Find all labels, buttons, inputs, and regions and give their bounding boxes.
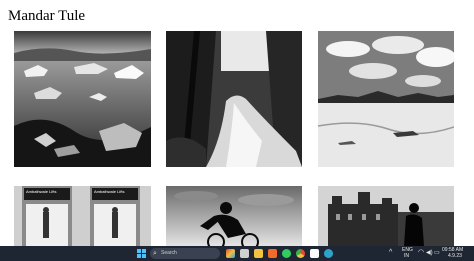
castle-image: [318, 186, 454, 246]
page-title: Mandar Tule: [8, 8, 86, 24]
clock-date[interactable]: 4.9.23: [448, 253, 462, 259]
volume-icon[interactable]: ◀): [426, 250, 433, 256]
search-placeholder: Search: [161, 250, 177, 256]
iceberg-image: [14, 31, 151, 167]
gallery-photo-clouds-plain[interactable]: [318, 31, 454, 167]
file-explorer-icon[interactable]: [254, 249, 263, 258]
brave-browser-icon[interactable]: [268, 249, 277, 258]
battery-icon[interactable]: ▭: [434, 250, 440, 256]
gallery-photo-elevators[interactable]: Ambathwale Lifts Ambathwale Lifts: [14, 186, 151, 246]
edge-icon[interactable]: [324, 249, 333, 258]
elevator-image: [14, 186, 151, 246]
language-sub: IN: [404, 253, 409, 259]
cyclist-image: [166, 186, 302, 246]
lift-sign-left: Ambathwale Lifts: [26, 189, 57, 194]
gallery-photo-cyclist[interactable]: [166, 186, 302, 246]
whatsapp-icon[interactable]: [282, 249, 291, 258]
task-view-icon[interactable]: [240, 249, 249, 258]
wifi-icon[interactable]: ◠: [418, 249, 424, 256]
taskbar-search-box[interactable]: ⌕ Search: [150, 248, 220, 259]
start-icon[interactable]: [137, 249, 146, 258]
lift-sign-right: Ambathwale Lifts: [94, 189, 125, 194]
taskbar: ⌕ Search ^ ENG IN ◠ ◀) ▭ 09:58 AM 4.9.23: [0, 246, 474, 261]
gallery-photo-castle[interactable]: [318, 186, 454, 246]
tray-chevron-icon[interactable]: ^: [389, 249, 392, 256]
chrome-icon[interactable]: [296, 249, 305, 258]
waterfall-image: [166, 31, 302, 167]
landscape-image: [318, 31, 454, 167]
gallery-photo-waterfall[interactable]: [166, 31, 302, 167]
search-icon: ⌕: [153, 250, 157, 257]
multicolor-app-icon[interactable]: [226, 249, 235, 258]
gallery-photo-icebergs[interactable]: [14, 31, 151, 167]
notepad-icon[interactable]: [310, 249, 319, 258]
